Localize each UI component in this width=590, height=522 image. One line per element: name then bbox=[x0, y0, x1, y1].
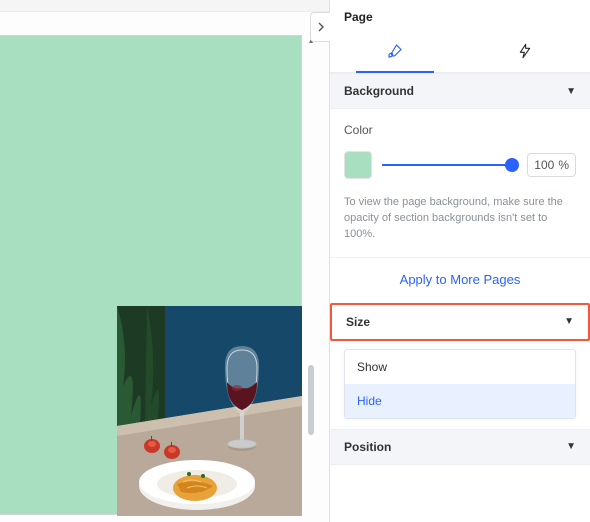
lightning-icon bbox=[517, 43, 533, 59]
vertical-scrollbar[interactable]: ▴ bbox=[306, 35, 316, 522]
color-field-label: Color bbox=[344, 123, 576, 137]
color-swatch[interactable] bbox=[344, 151, 372, 179]
opacity-unit: % bbox=[558, 158, 569, 172]
opacity-input[interactable]: 100 % bbox=[527, 153, 576, 177]
canvas-page[interactable] bbox=[0, 35, 302, 515]
slider-track bbox=[382, 164, 517, 166]
dropdown-option-show[interactable]: Show bbox=[345, 350, 575, 384]
apply-to-more-pages-link[interactable]: Apply to More Pages bbox=[330, 257, 590, 303]
tab-design[interactable] bbox=[330, 30, 460, 72]
scroll-thumb[interactable] bbox=[308, 365, 314, 435]
opacity-slider[interactable] bbox=[382, 157, 517, 173]
section-size-header[interactable]: Size ▼ bbox=[330, 303, 590, 341]
chevron-down-icon: ▼ bbox=[566, 86, 576, 97]
chevron-right-icon bbox=[316, 22, 326, 32]
panel-title: Page bbox=[330, 0, 590, 30]
brush-icon bbox=[386, 42, 404, 60]
editor-top-strip bbox=[0, 0, 329, 12]
section-background-header[interactable]: Background ▼ bbox=[330, 73, 590, 109]
section-background-body: Color 100 % To view the page background,… bbox=[330, 109, 590, 257]
dropdown-option-hide[interactable]: Hide bbox=[345, 384, 575, 418]
canvas-area: ▴ bbox=[0, 0, 330, 522]
panel-tabs bbox=[330, 30, 590, 73]
inspector-panel: Page Background ▼ Color 100 bbox=[330, 0, 590, 522]
section-position-label: Position bbox=[344, 440, 391, 454]
slider-thumb[interactable] bbox=[505, 158, 519, 172]
chevron-down-icon: ▼ bbox=[566, 441, 576, 452]
canvas-image[interactable] bbox=[117, 306, 302, 516]
background-hint: To view the page background, make sure t… bbox=[344, 195, 576, 243]
panel-collapse-toggle[interactable] bbox=[310, 12, 330, 42]
section-background-label: Background bbox=[344, 84, 414, 98]
tab-interactions[interactable] bbox=[460, 30, 590, 72]
section-size-label: Size bbox=[346, 315, 370, 329]
canvas-viewport[interactable] bbox=[0, 35, 305, 522]
opacity-value: 100 bbox=[534, 158, 554, 172]
chevron-down-icon: ▼ bbox=[564, 316, 574, 327]
section-position-header[interactable]: Position ▼ bbox=[330, 429, 590, 465]
size-dropdown: Show Hide bbox=[344, 349, 576, 419]
